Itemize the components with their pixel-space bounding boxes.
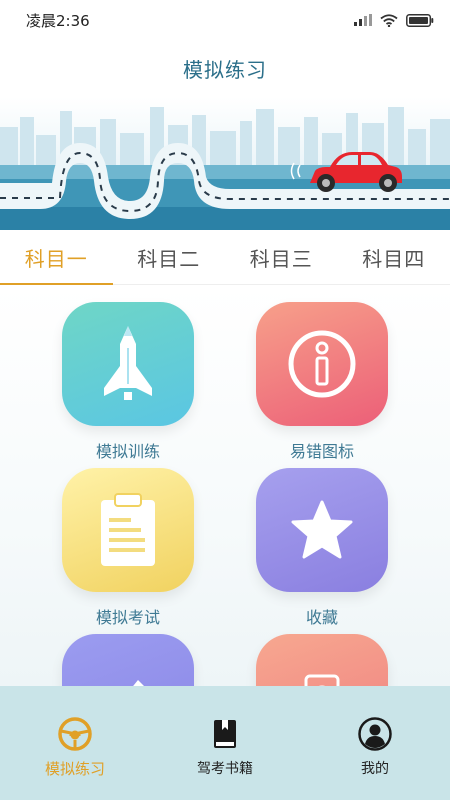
rocket-pencil-icon [104,326,152,400]
tab-subject-4[interactable]: 科目四 [338,230,450,284]
tab-subject-3[interactable]: 科目三 [225,230,338,284]
tab-subject-2[interactable]: 科目二 [113,230,226,284]
error-prone-signs-label: 易错图标 [289,442,354,461]
subject-tabs: 科目一 科目二 科目三 科目四 [0,230,450,285]
status-time: 凌晨2:36 [26,11,90,30]
star-icon [291,500,353,559]
info-icon [288,330,356,398]
user-icon [358,717,392,751]
book-icon [214,720,236,748]
mock-exam-button[interactable] [62,468,194,592]
tab-subject-1[interactable]: 科目一 [0,230,113,285]
status-icons [354,13,434,27]
battery-icon [406,13,434,27]
nav-mock-practice[interactable]: 模拟练习 [0,686,150,800]
bottom-navigation: 模拟练习 驾考书籍 我的 [0,686,450,800]
steering-wheel-icon [58,717,92,751]
feature-grid: 模拟训练 易错图标 模拟考试 收藏 [0,286,450,686]
pencil-tile-button[interactable] [62,634,194,686]
mock-exam-label: 模拟考试 [95,608,160,627]
error-prone-signs-button[interactable] [256,302,388,426]
favorites-label: 收藏 [305,608,338,627]
pencil-icon [133,680,144,686]
nav-label-my-profile: 我的 [361,761,389,777]
mock-training-button[interactable] [62,302,194,426]
banner-illustration [0,97,450,230]
signal-icon [354,14,372,26]
status-bar: 凌晨2:36 [0,0,450,40]
mock-training-label: 模拟训练 [95,442,160,461]
wifi-icon [380,13,398,27]
nav-label-driving-books: 驾考书籍 [197,761,253,777]
nav-label-mock-practice: 模拟练习 [44,760,105,778]
nav-my-profile[interactable]: 我的 [300,686,450,800]
header: 模拟练习 [0,40,450,96]
book-tile-button[interactable] [256,634,388,686]
page-title: 模拟练习 [183,57,267,82]
book-icon [304,674,340,686]
favorites-button[interactable] [256,468,388,592]
nav-driving-books[interactable]: 驾考书籍 [150,686,300,800]
clipboard-icon [101,493,155,566]
